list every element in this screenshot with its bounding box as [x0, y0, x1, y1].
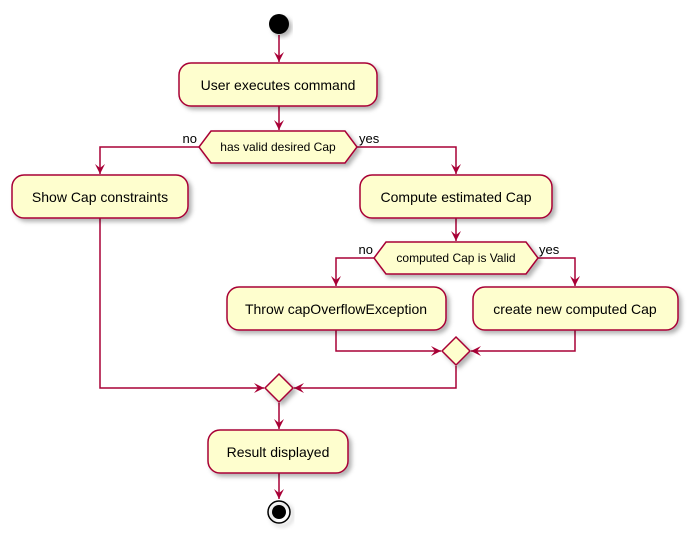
- decision-cond2: computed Cap is Valid no yes: [359, 241, 560, 275]
- svg-text:User executes command: User executes command: [201, 77, 356, 93]
- edge-cond2-yes: [538, 257, 580, 286]
- svg-text:yes: yes: [359, 131, 380, 146]
- action-user-executes: User executes command: [178, 62, 378, 107]
- merge-node-inner: [440, 335, 472, 367]
- action-compute: Compute estimated Cap: [359, 174, 553, 219]
- action-result: Result displayed: [207, 429, 349, 474]
- edge-create-to-merge: [471, 330, 576, 356]
- end-node: [267, 500, 291, 524]
- svg-text:yes: yes: [539, 242, 560, 257]
- svg-text:create new computed Cap: create new computed Cap: [493, 301, 657, 317]
- start-node: [269, 14, 289, 34]
- edge-cond1-yes: [357, 146, 461, 174]
- edge-cond1-no: [95, 146, 199, 174]
- action-create: create new computed Cap: [472, 286, 679, 331]
- svg-text:Compute estimated Cap: Compute estimated Cap: [381, 189, 532, 205]
- edge-cond2-no: [331, 257, 374, 286]
- edge-merge2-to-merge1: [294, 366, 457, 393]
- merge-node-outer: [263, 372, 295, 404]
- svg-text:computed Cap is Valid: computed Cap is Valid: [396, 251, 515, 265]
- decision-cond1: has valid desired Cap no yes: [183, 130, 380, 164]
- svg-text:no: no: [183, 131, 197, 146]
- svg-text:Throw capOverflowException: Throw capOverflowException: [245, 301, 427, 317]
- svg-text:has valid desired Cap: has valid desired Cap: [220, 140, 336, 154]
- activity-diagram: User executes command has valid desired …: [11, 14, 679, 524]
- svg-text:Result displayed: Result displayed: [227, 444, 330, 460]
- edge-throw-to-merge: [335, 330, 441, 356]
- action-throw: Throw capOverflowException: [226, 286, 447, 331]
- svg-text:no: no: [359, 242, 373, 257]
- action-show-constraints: Show Cap constraints: [11, 174, 189, 219]
- svg-text:Show Cap constraints: Show Cap constraints: [32, 189, 168, 205]
